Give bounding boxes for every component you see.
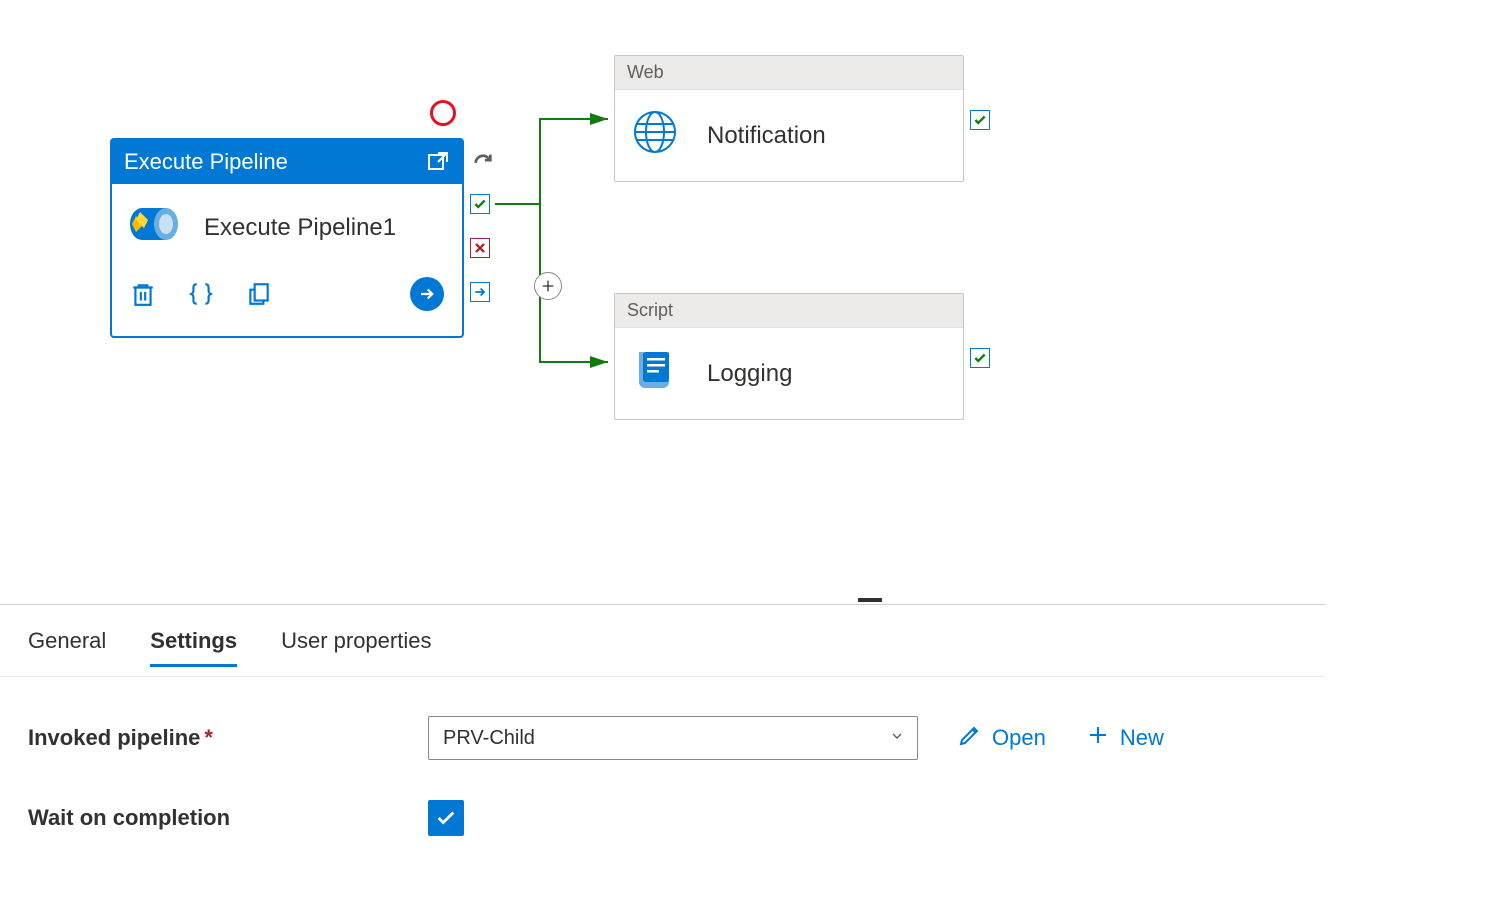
properties-tabs: General Settings User properties: [28, 628, 431, 667]
pipeline-canvas[interactable]: Execute Pipeline Execute Pipeline1: [0, 0, 1505, 604]
copy-icon[interactable]: [246, 281, 272, 307]
activity-header: Execute Pipeline: [112, 140, 462, 184]
activity-script[interactable]: Script Logging: [614, 293, 964, 420]
wait-on-completion-checkbox[interactable]: [428, 800, 464, 836]
invoked-pipeline-label: Invoked pipeline*: [28, 725, 428, 751]
tab-general[interactable]: General: [28, 628, 106, 667]
open-external-icon[interactable]: [426, 150, 450, 174]
activity-type-label: Execute Pipeline: [124, 149, 288, 175]
port-success-icon[interactable]: [970, 348, 990, 368]
activity-name: Notification: [707, 122, 826, 150]
run-icon[interactable]: [410, 277, 444, 311]
tabs-underline: [0, 676, 1325, 677]
globe-icon: [631, 108, 679, 163]
invoked-pipeline-select[interactable]: PRV-Child: [428, 716, 918, 760]
panel-divider: [0, 604, 1325, 605]
plus-icon: [1086, 723, 1110, 753]
activity-name: Execute Pipeline1: [204, 214, 396, 242]
new-pipeline-button[interactable]: New: [1086, 723, 1164, 753]
activity-execute-pipeline[interactable]: Execute Pipeline Execute Pipeline1: [110, 138, 464, 338]
open-pipeline-button[interactable]: Open: [958, 723, 1046, 753]
panel-drag-handle[interactable]: [858, 598, 882, 602]
pencil-icon: [958, 723, 982, 753]
breakpoint-icon[interactable]: [430, 100, 456, 126]
activity-name: Logging: [707, 360, 792, 388]
script-icon: [631, 346, 679, 401]
add-activity-icon[interactable]: [534, 272, 562, 300]
activity-web[interactable]: Web Notification: [614, 55, 964, 182]
activity-toolbar: [112, 271, 462, 323]
wait-on-completion-label: Wait on completion: [28, 805, 428, 831]
execute-pipeline-icon: [128, 204, 180, 251]
settings-form: Invoked pipeline* PRV-Child Open New Wai…: [28, 716, 1465, 876]
chevron-down-icon: [889, 727, 905, 750]
port-success-icon[interactable]: [470, 194, 490, 214]
activity-type-label: Web: [615, 56, 963, 90]
redo-icon[interactable]: [470, 150, 496, 172]
tab-user-properties[interactable]: User properties: [281, 628, 431, 667]
invoked-pipeline-value: PRV-Child: [443, 727, 535, 750]
delete-icon[interactable]: [130, 281, 156, 307]
activity-type-label: Script: [615, 294, 963, 328]
tab-settings[interactable]: Settings: [150, 628, 237, 667]
port-success-icon[interactable]: [970, 110, 990, 130]
port-failure-icon[interactable]: [470, 238, 490, 258]
code-braces-icon[interactable]: [188, 281, 214, 307]
port-skip-icon[interactable]: [470, 282, 490, 302]
activity-body: Execute Pipeline1: [112, 184, 462, 271]
